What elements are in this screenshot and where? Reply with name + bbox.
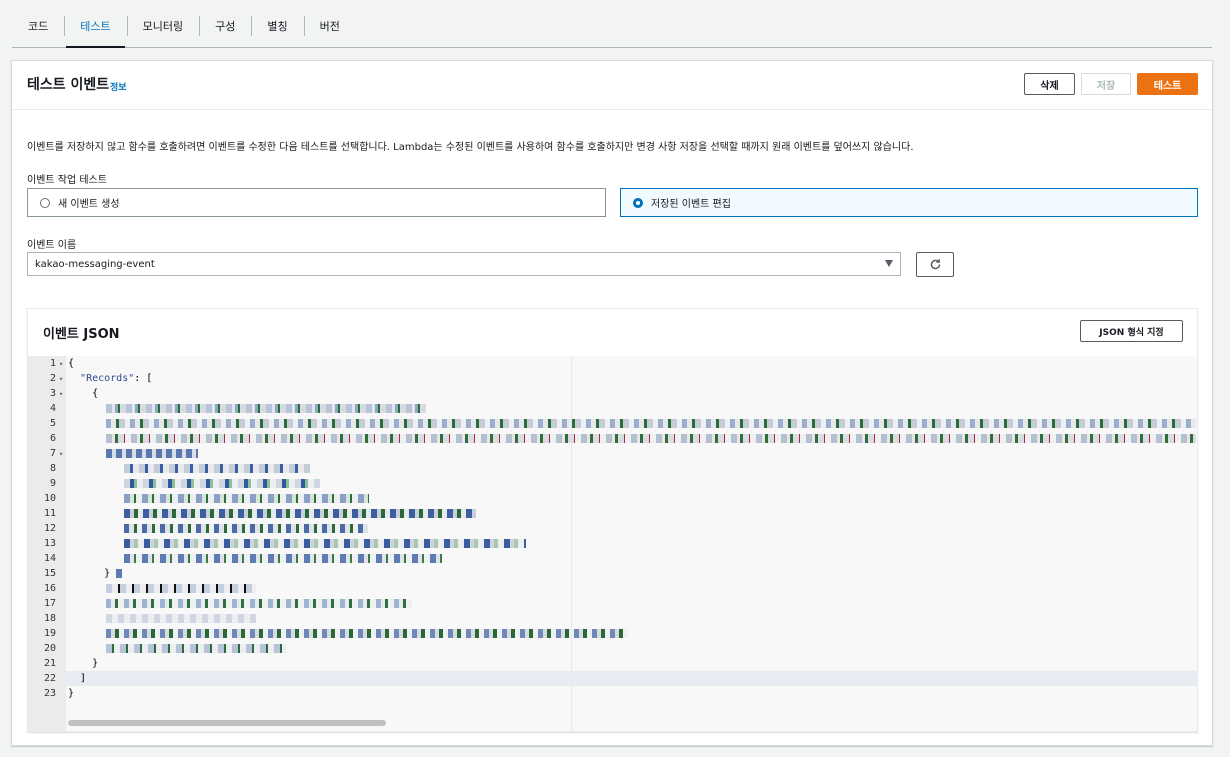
redacted-line: [116, 569, 122, 578]
redacted-line: [106, 614, 256, 623]
info-link[interactable]: 정보: [110, 80, 127, 93]
line-number: 6: [49, 433, 56, 444]
redacted-line: [106, 419, 1196, 428]
fold-arrow-icon[interactable]: ▾: [59, 450, 63, 458]
line-number: 11: [43, 508, 56, 519]
line-number: 19: [43, 628, 56, 639]
tab-test[interactable]: 테스트: [64, 12, 126, 48]
redacted-line: [106, 449, 198, 458]
line-number: 5: [49, 418, 56, 429]
description-text: 이벤트를 저장하지 않고 함수를 호출하려면 이벤트를 수정한 다음 테스트를 …: [27, 142, 914, 153]
event-json-title: 이벤트 JSON: [43, 327, 120, 342]
event-name-select[interactable]: kakao-messaging-event: [27, 252, 901, 276]
line-number: 8: [49, 463, 56, 474]
code-line-22: ]: [68, 673, 87, 684]
json-editor[interactable]: 1 2 3 4 5 6 7 8 9 10 11 12 13 14 15 16 1…: [28, 356, 1197, 731]
line-number: 15: [43, 568, 56, 579]
line-number: 4: [49, 403, 56, 414]
line-number: 12: [43, 523, 56, 534]
test-event-panel: 테스트 이벤트 정보 삭제 저장 테스트 이벤트를 저장하지 않고 함수를 호출…: [11, 60, 1213, 746]
redacted-line: [106, 434, 1196, 443]
redacted-line: [106, 599, 412, 608]
line-number: 22: [43, 673, 56, 684]
line-number: 1: [49, 358, 56, 369]
format-json-button[interactable]: JSON 형식 지정: [1080, 320, 1183, 342]
caret-down-icon: [885, 260, 893, 267]
redacted-line: [106, 629, 628, 638]
event-name-value: kakao-messaging-event: [35, 258, 155, 270]
redacted-line: [124, 539, 526, 548]
fold-arrow-icon[interactable]: ▾: [59, 390, 63, 398]
line-number: 16: [43, 583, 56, 594]
redacted-line: [106, 404, 426, 413]
radio-new-event[interactable]: 새 이벤트 생성: [27, 188, 606, 217]
tab-code[interactable]: 코드: [12, 12, 64, 40]
radio-checked-icon[interactable]: [633, 197, 643, 208]
line-number: 20: [43, 643, 56, 654]
redacted-line: [124, 464, 310, 473]
redacted-line: [124, 479, 320, 488]
test-button[interactable]: 테스트: [1137, 73, 1198, 95]
fold-arrow-icon[interactable]: ▾: [59, 360, 63, 368]
refresh-button[interactable]: [916, 252, 954, 277]
event-name-label: 이벤트 이름: [27, 240, 77, 251]
code-line-1: {: [68, 358, 75, 369]
horizontal-scrollbar[interactable]: [68, 720, 386, 726]
save-button[interactable]: 저장: [1081, 73, 1131, 95]
tab-monitoring[interactable]: 모니터링: [126, 12, 199, 40]
redacted-line: [124, 509, 476, 518]
records-key: "Records": [80, 373, 135, 384]
line-number: 10: [43, 493, 56, 504]
event-action-label: 이벤트 작업 테스트: [27, 175, 107, 186]
refresh-icon: [930, 259, 940, 270]
line-number: 17: [43, 598, 56, 609]
redacted-line: [106, 644, 286, 653]
line-number: 7: [49, 448, 56, 459]
code-line-2: "Records": [: [68, 373, 152, 384]
line-number: 3: [49, 388, 56, 399]
tab-aliases[interactable]: 별칭: [251, 12, 303, 40]
line-number: 9: [49, 478, 56, 489]
active-line-highlight: [66, 671, 1197, 686]
line-number: 14: [43, 553, 56, 564]
radio-new-event-label: 새 이벤트 생성: [58, 199, 120, 210]
line-number: 13: [43, 538, 56, 549]
redacted-line: [124, 524, 368, 533]
fold-arrow-icon[interactable]: ▾: [59, 375, 63, 383]
code-line-21: }: [68, 658, 99, 669]
line-number: 18: [43, 613, 56, 624]
code-line-23: }: [68, 688, 75, 699]
code-line-3: {: [68, 388, 99, 399]
radio-edit-saved-event-label: 저장된 이벤트 편집: [651, 199, 731, 210]
redacted-line: [124, 494, 369, 503]
redacted-line: [106, 584, 256, 593]
radio-unchecked-icon[interactable]: [40, 197, 50, 208]
delete-button[interactable]: 삭제: [1024, 73, 1075, 95]
page-title: 테스트 이벤트: [27, 77, 110, 93]
radio-edit-saved-event[interactable]: 저장된 이벤트 편집: [620, 188, 1198, 217]
redacted-line: [124, 554, 442, 563]
records-bracket: : [: [134, 373, 153, 384]
code-line-15: }: [68, 568, 111, 579]
line-number: 21: [43, 658, 56, 669]
tab-configuration[interactable]: 구성: [199, 12, 251, 40]
line-number: 2: [49, 373, 56, 384]
tab-versions[interactable]: 버전: [303, 12, 356, 40]
panel-header: 테스트 이벤트 정보 삭제 저장 테스트: [12, 61, 1212, 110]
tab-bar: 코드 테스트 모니터링 구성 별칭 버전: [12, 10, 1212, 48]
line-number: 23: [43, 688, 56, 699]
event-json-panel: 이벤트 JSON JSON 형식 지정 1 2 3 4 5 6 7 8 9 10…: [27, 308, 1198, 732]
